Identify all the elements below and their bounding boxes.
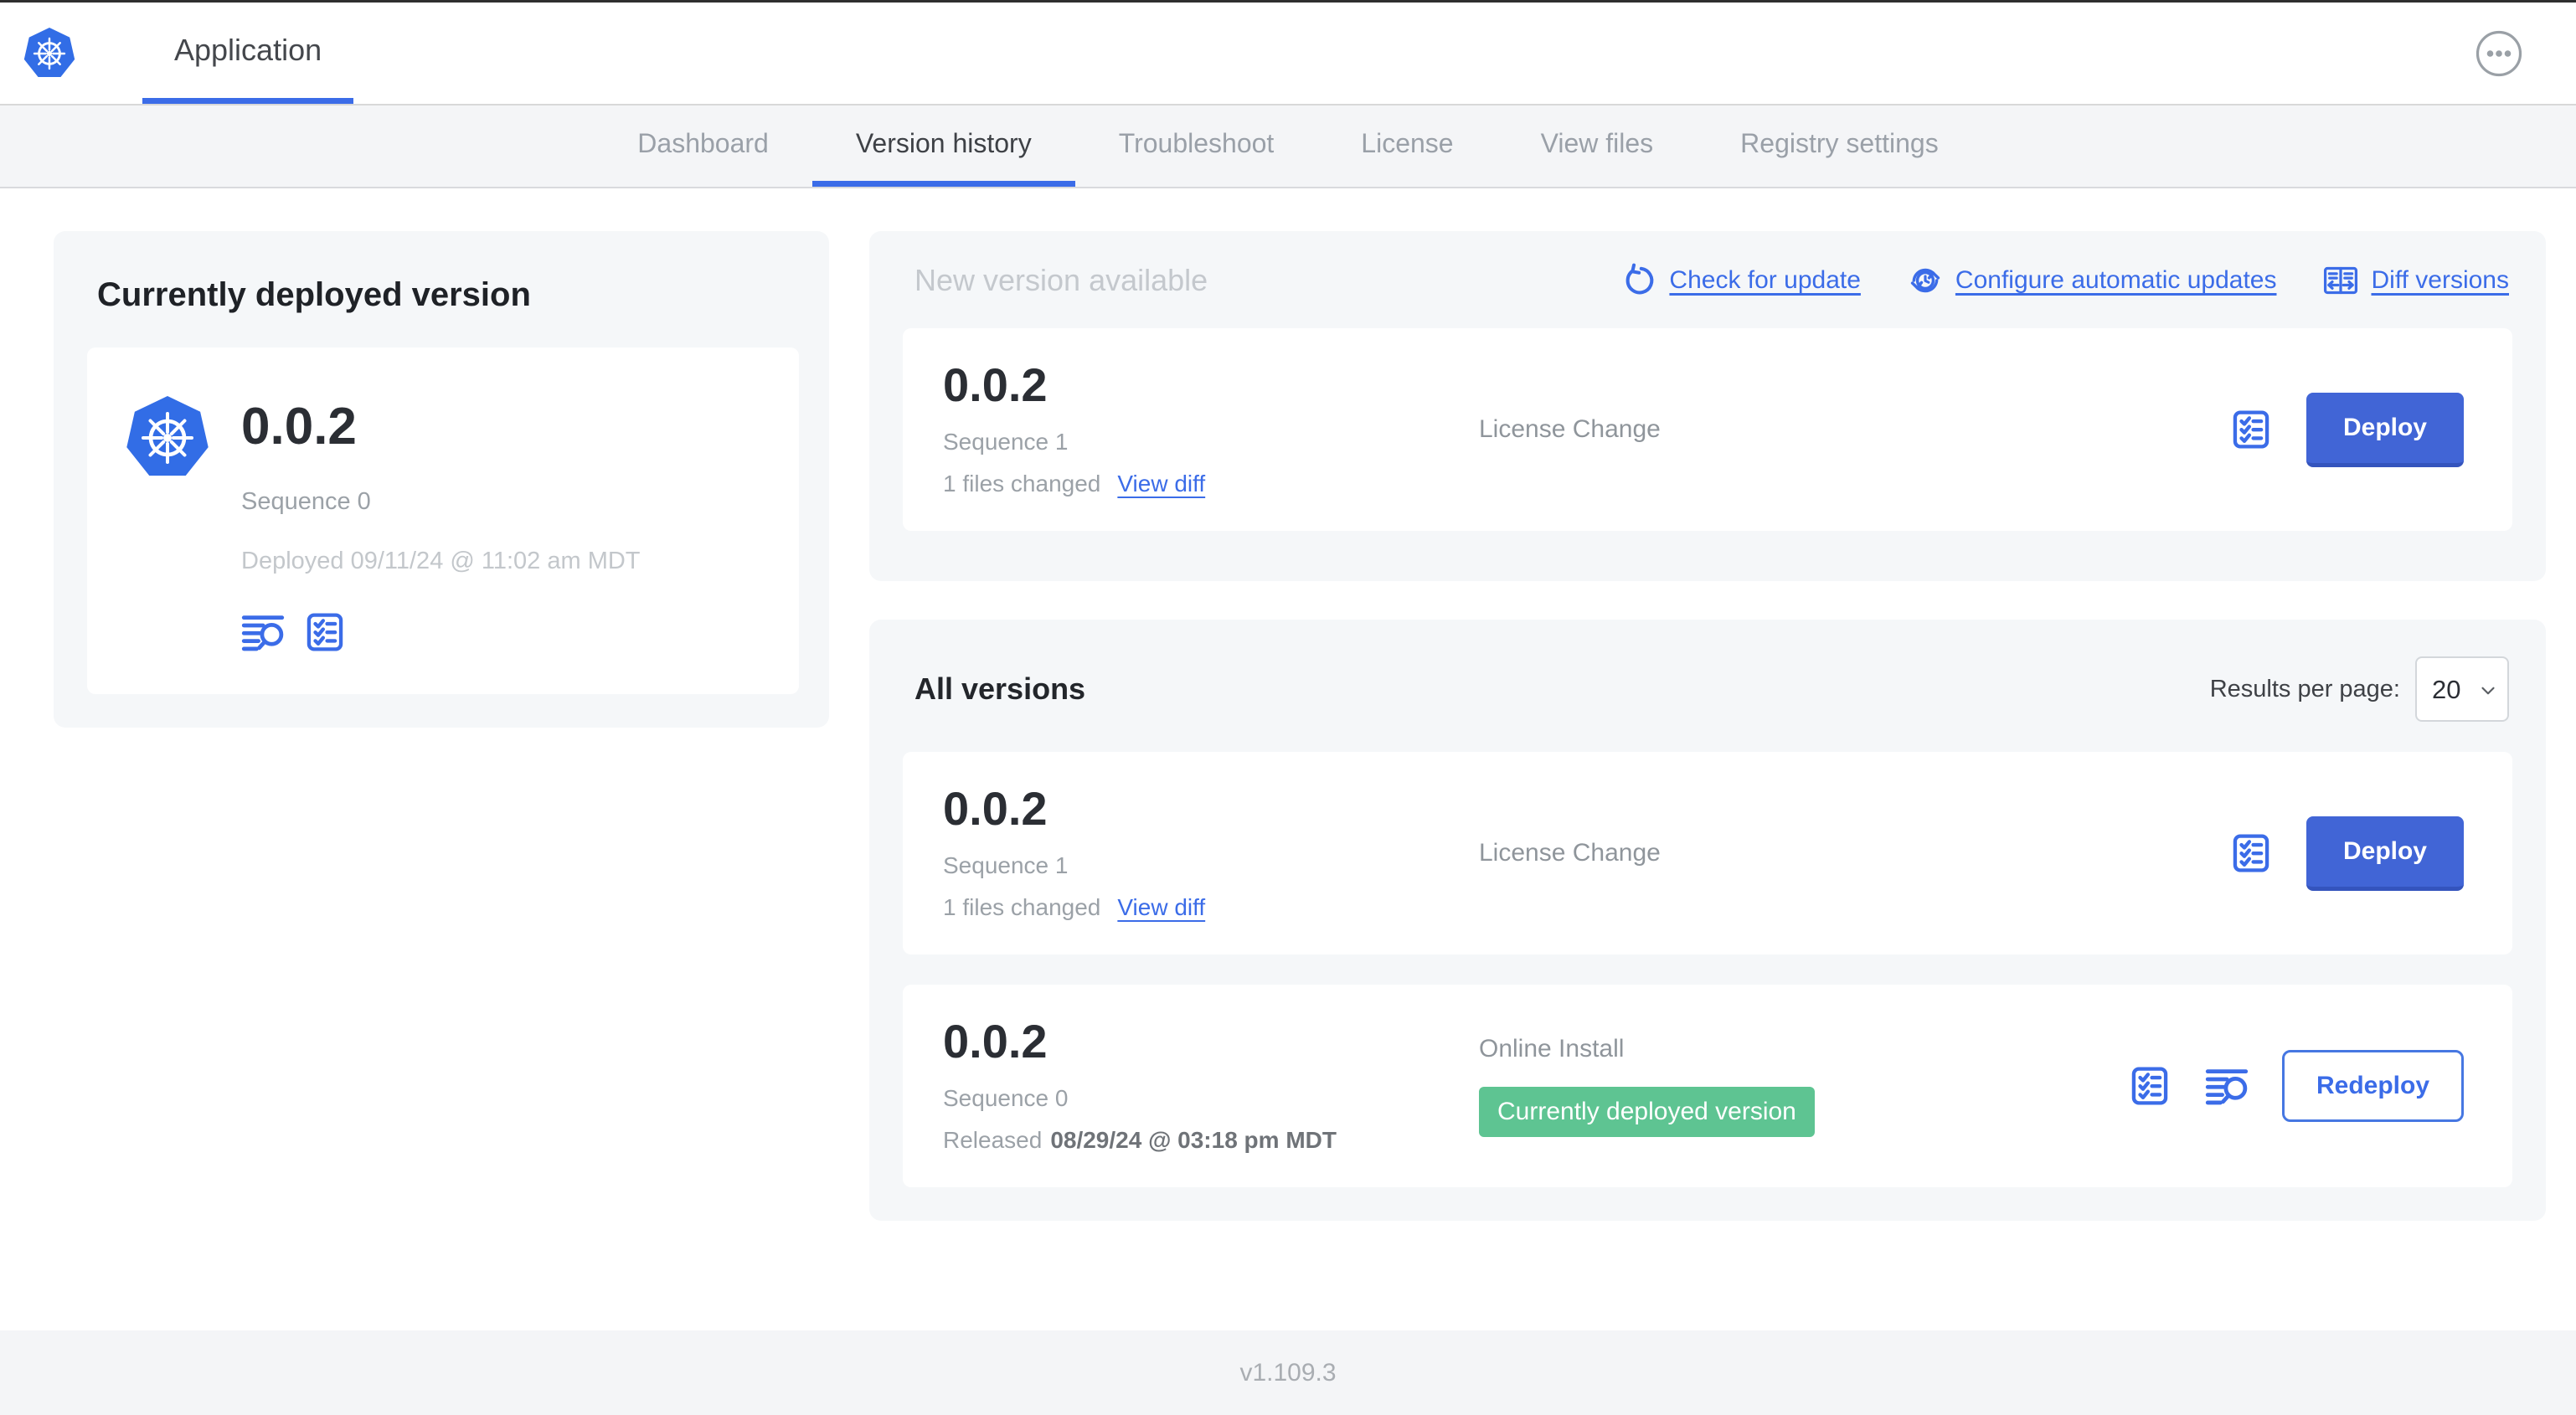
results-per-page-label: Results per page: (2209, 675, 2400, 702)
install-type-label: Online Install (1479, 1035, 1625, 1063)
diff-versions-link[interactable]: Diff versions (2323, 263, 2509, 298)
version-sequence: Sequence 1 (943, 429, 1069, 455)
version-sequence: Sequence 1 (943, 852, 1069, 878)
deploy-button[interactable]: Deploy (2306, 816, 2464, 891)
all-versions-title: All versions (914, 671, 1086, 706)
version-info: 0.0.2 Sequence 0 Released 08/29/24 @ 03:1… (943, 1018, 1479, 1154)
app-tab-label: Application (174, 33, 322, 67)
redeploy-button[interactable]: Redeploy (2281, 1050, 2464, 1122)
tab-view-files[interactable]: View files (1497, 105, 1698, 187)
version-info: 0.0.2 Sequence 1 1 files changed View di… (943, 362, 1479, 497)
preflight-checks-button[interactable] (2229, 831, 2273, 875)
files-changed: 1 files changed (943, 471, 1101, 497)
currently-deployed-panel: Currently deployed version 0.0.2 Sequenc… (54, 231, 829, 728)
deployed-version-details: 0.0.2 Sequence 0 Deployed 09/11/24 @ 11:… (241, 394, 641, 654)
preflight-checks-button[interactable] (303, 610, 347, 654)
deployed-sequence: Sequence 0 (241, 488, 371, 515)
deployed-timestamp: Deployed 09/11/24 @ 11:02 am MDT (241, 548, 641, 574)
new-version-panel: New version available Check for update C… (869, 231, 2546, 581)
tab-dashboard[interactable]: Dashboard (594, 105, 812, 187)
main-content: Currently deployed version 0.0.2 Sequenc… (0, 188, 2576, 1221)
release-notes-button[interactable] (241, 610, 285, 654)
configure-automatic-updates-link[interactable]: Configure automatic updates (1908, 263, 2277, 298)
results-per-page: Results per page: 20 (2210, 656, 2509, 722)
diff-versions-label: Diff versions (2371, 266, 2509, 294)
files-changed: 1 files changed (943, 894, 1101, 920)
checklist-icon (2229, 831, 2273, 875)
diff-icon (2324, 266, 2358, 295)
refresh-icon (1621, 263, 1656, 298)
more-options-button[interactable] (2476, 29, 2522, 77)
kubernetes-logo-icon (23, 3, 75, 104)
checklist-icon (303, 610, 347, 654)
view-diff-link[interactable]: View diff (1117, 471, 1205, 497)
new-version-card: 0.0.2 Sequence 1 1 files changed View di… (903, 328, 2512, 531)
ellipsis-icon (2476, 30, 2522, 76)
released-line: Released 08/29/24 @ 03:18 pm MDT (943, 1127, 1479, 1154)
tab-troubleshoot[interactable]: Troubleshoot (1075, 105, 1318, 187)
tab-registry-settings[interactable]: Registry settings (1697, 105, 1982, 187)
version-meta: 1 files changed View diff (943, 894, 1479, 921)
auto-update-clock-icon (1910, 268, 1940, 293)
deploy-logs-button[interactable] (2205, 1064, 2249, 1108)
version-info: 0.0.2 Sequence 1 1 files changed View di… (943, 785, 1479, 921)
view-diff-link[interactable]: View diff (1117, 894, 1205, 921)
new-version-header: New version available Check for update C… (903, 263, 2512, 298)
checklist-icon (2128, 1064, 2172, 1108)
currently-deployed-title: Currently deployed version (97, 276, 531, 313)
logs-magnifier-icon (241, 610, 285, 654)
console-version: v1.109.3 (1239, 1358, 1337, 1387)
results-per-page-select[interactable]: 20 (2415, 656, 2509, 722)
version-meta: 1 files changed View diff (943, 471, 1479, 497)
app-logo-icon (126, 394, 209, 486)
version-actions: Redeploy (2128, 1050, 2464, 1122)
footer: v1.109.3 (0, 1330, 2576, 1415)
app-tab[interactable]: Application (142, 3, 354, 104)
released-date: 08/29/24 @ 03:18 pm MDT (1050, 1127, 1337, 1153)
results-per-page-select-wrap: 20 (2415, 656, 2509, 722)
app-header: Application (0, 3, 2576, 105)
currently-deployed-badge: Currently deployed version (1479, 1087, 1815, 1137)
preflight-checks-button[interactable] (2128, 1064, 2172, 1108)
version-row: 0.0.2 Sequence 0 Released 08/29/24 @ 03:1… (903, 985, 2512, 1187)
tab-license[interactable]: License (1317, 105, 1497, 187)
version-number: 0.0.2 (943, 358, 1048, 411)
version-actions: Deploy (2229, 816, 2464, 891)
all-versions-panel: All versions Results per page: 20 0.0.2 … (869, 620, 2546, 1221)
version-actions: Deploy (2229, 392, 2464, 467)
update-actions: Check for update Configure automatic upd… (1621, 263, 2509, 298)
deployed-actions (241, 610, 641, 654)
page-nav: Dashboard Version history Troubleshoot L… (0, 105, 2576, 188)
deploy-button[interactable]: Deploy (2306, 392, 2464, 467)
version-sequence: Sequence 0 (943, 1085, 1069, 1111)
new-version-title: New version available (914, 263, 1208, 297)
deployed-version-number: 0.0.2 (241, 398, 357, 455)
version-row: 0.0.2 Sequence 1 1 files changed View di… (903, 752, 2512, 954)
configure-automatic-updates-label: Configure automatic updates (1955, 266, 2277, 294)
released-label: Released (943, 1127, 1043, 1153)
right-column: New version available Check for update C… (869, 231, 2546, 1221)
all-versions-header: All versions Results per page: 20 (903, 656, 2512, 722)
logs-magnifier-icon (2205, 1064, 2249, 1108)
version-status: Online Install Currently deployed versio… (1479, 1035, 2128, 1137)
release-notes-label: License Change (1479, 415, 1661, 443)
check-for-update-link[interactable]: Check for update (1621, 263, 1861, 298)
version-number: 0.0.2 (943, 782, 1048, 835)
version-number: 0.0.2 (943, 1015, 1048, 1068)
tab-version-history[interactable]: Version history (811, 105, 1075, 187)
currently-deployed-card: 0.0.2 Sequence 0 Deployed 09/11/24 @ 11:… (87, 347, 799, 694)
checklist-icon (2229, 408, 2273, 451)
release-notes-label: License Change (1479, 839, 1661, 867)
check-for-update-label: Check for update (1669, 266, 1861, 294)
preflight-checks-button[interactable] (2229, 408, 2273, 451)
